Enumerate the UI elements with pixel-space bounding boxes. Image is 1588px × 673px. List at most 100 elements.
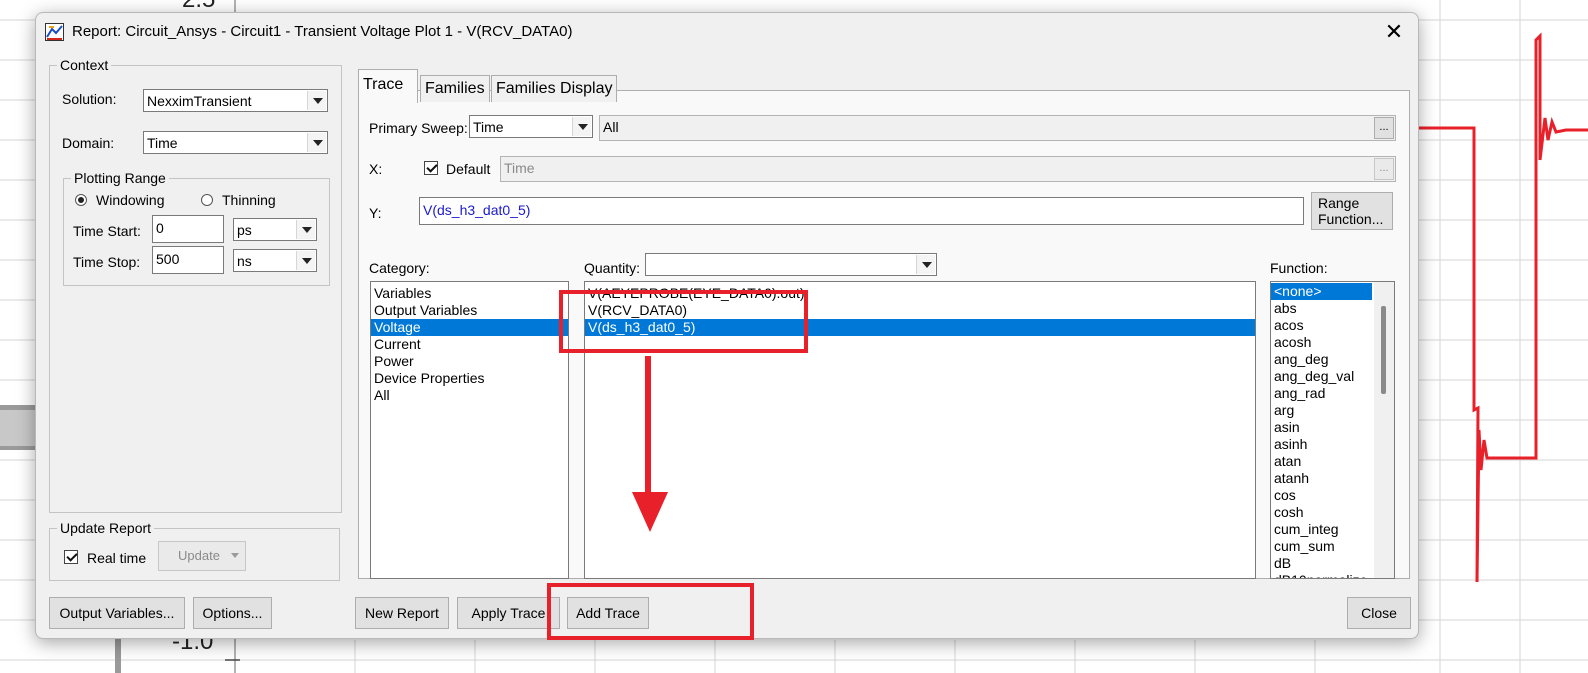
close-icon[interactable]: ✕ bbox=[1382, 19, 1406, 45]
plotting-range-label: Plotting Range bbox=[71, 170, 169, 186]
chevron-down-icon[interactable] bbox=[307, 133, 326, 152]
scrollbar-thumb[interactable] bbox=[1381, 306, 1386, 394]
y-expression-value: V(ds_h3_dat0_5) bbox=[423, 202, 531, 218]
category-list-item[interactable]: Voltage bbox=[371, 319, 568, 336]
time-start-input[interactable]: 0 bbox=[152, 215, 224, 243]
function-list-item[interactable]: asin bbox=[1271, 419, 1372, 436]
down-arrow-annotation bbox=[632, 356, 668, 532]
quantity-filter-combo[interactable] bbox=[645, 253, 937, 276]
category-list-item[interactable]: All bbox=[371, 387, 568, 404]
options-label: Options... bbox=[202, 605, 263, 621]
new-report-button[interactable]: New Report bbox=[355, 597, 449, 629]
time-stop-input[interactable]: 500 bbox=[152, 246, 224, 274]
function-list-item[interactable]: dB bbox=[1271, 555, 1372, 572]
function-list-item[interactable]: cos bbox=[1271, 487, 1372, 504]
category-list-item[interactable]: Current bbox=[371, 336, 568, 353]
domain-label: Domain: bbox=[62, 135, 115, 151]
tab-families-display[interactable]: Families Display bbox=[491, 75, 618, 102]
range-function-button[interactable]: Range Function... bbox=[1311, 192, 1393, 230]
update-report-group: Update Report Real time Update bbox=[49, 520, 340, 581]
sweep-range-ellipsis-button[interactable]: ... bbox=[1374, 117, 1394, 139]
primary-sweep-combo[interactable]: Time bbox=[469, 115, 593, 138]
time-stop-unit-combo[interactable]: ns bbox=[233, 249, 317, 272]
function-list-item[interactable]: <none> bbox=[1271, 283, 1372, 300]
update-report-label: Update Report bbox=[57, 520, 155, 536]
function-list-item[interactable]: atanh bbox=[1271, 470, 1372, 487]
chevron-down-icon[interactable] bbox=[916, 255, 935, 274]
thinning-radio[interactable] bbox=[201, 194, 213, 206]
apply-trace-label: Apply Trace bbox=[471, 605, 546, 621]
chevron-down-icon[interactable] bbox=[307, 91, 326, 110]
thinning-label[interactable]: Thinning bbox=[222, 192, 276, 208]
function-list-item[interactable]: cum_integ bbox=[1271, 521, 1372, 538]
close-button[interactable]: Close bbox=[1347, 597, 1411, 629]
x-default-label[interactable]: Default bbox=[446, 161, 490, 177]
function-list-item[interactable]: ang_rad bbox=[1271, 385, 1372, 402]
function-list-item[interactable]: acosh bbox=[1271, 334, 1372, 351]
title-bar[interactable]: Report: Circuit_Ansys - Circuit1 - Trans… bbox=[36, 13, 1418, 51]
category-list-item[interactable]: Output Variables bbox=[371, 302, 568, 319]
category-list-item[interactable]: Power bbox=[371, 353, 568, 370]
domain-value: Time bbox=[147, 135, 178, 151]
range-function-line2: Function... bbox=[1318, 211, 1384, 227]
category-list[interactable]: Variables Output Variables Voltage Current P… bbox=[370, 281, 569, 579]
function-list[interactable]: <none> abs acos acosh ang_deg ang_deg_val ang_… bbox=[1270, 281, 1395, 579]
tab-trace[interactable]: Trace bbox=[358, 69, 418, 103]
category-list-item[interactable]: Variables bbox=[371, 285, 568, 302]
sweep-range-field[interactable]: All ... bbox=[599, 115, 1396, 141]
context-group-label: Context bbox=[57, 57, 112, 73]
chevron-down-icon[interactable] bbox=[296, 220, 315, 239]
update-button-label: Update bbox=[178, 548, 220, 563]
function-label: Function: bbox=[1270, 260, 1328, 276]
function-list-item[interactable]: abs bbox=[1271, 300, 1372, 317]
tab-families[interactable]: Families bbox=[420, 75, 490, 102]
dialog-title: Report: Circuit_Ansys - Circuit1 - Trans… bbox=[72, 23, 573, 40]
tab-families-display-label: Families Display bbox=[496, 80, 613, 97]
windowing-radio[interactable] bbox=[75, 194, 87, 206]
x-ellipsis-button[interactable]: ... bbox=[1374, 158, 1394, 180]
function-list-item[interactable]: ang_deg bbox=[1271, 351, 1372, 368]
app-icon bbox=[45, 23, 64, 41]
x-default-checkbox[interactable] bbox=[424, 161, 438, 175]
chevron-down-icon[interactable] bbox=[296, 251, 315, 270]
plotting-range-group: Plotting Range Windowing Thinning Time S… bbox=[63, 170, 330, 286]
ellipsis-label: ... bbox=[1379, 162, 1389, 174]
function-list-item[interactable]: dB10normalize bbox=[1271, 572, 1372, 578]
ellipsis-label: ... bbox=[1379, 121, 1389, 133]
time-stop-unit-value: ns bbox=[237, 253, 252, 269]
range-function-line1: Range bbox=[1318, 195, 1360, 211]
apply-trace-button[interactable]: Apply Trace bbox=[457, 597, 560, 629]
chevron-down-icon[interactable] bbox=[231, 553, 239, 558]
function-list-item[interactable]: atan bbox=[1271, 453, 1372, 470]
domain-combo[interactable]: Time bbox=[143, 131, 328, 154]
function-list-item[interactable]: acos bbox=[1271, 317, 1372, 334]
function-list-item[interactable]: asinh bbox=[1271, 436, 1372, 453]
add-trace-highlight-box bbox=[547, 583, 754, 640]
time-start-label: Time Start: bbox=[73, 223, 141, 239]
time-stop-value: 500 bbox=[156, 251, 180, 267]
y-label: Y: bbox=[369, 205, 382, 221]
y-expression-input[interactable]: V(ds_h3_dat0_5) bbox=[419, 197, 1304, 225]
primary-sweep-label: Primary Sweep: bbox=[369, 120, 468, 136]
chevron-down-icon[interactable] bbox=[572, 117, 591, 136]
function-list-item[interactable]: cosh bbox=[1271, 504, 1372, 521]
close-label: Close bbox=[1361, 605, 1397, 621]
tab-trace-label: Trace bbox=[363, 76, 404, 93]
real-time-checkbox[interactable] bbox=[64, 550, 78, 564]
output-variables-button[interactable]: Output Variables... bbox=[49, 597, 185, 629]
x-expression-field[interactable]: Time ... bbox=[500, 156, 1396, 182]
function-list-item[interactable]: ang_deg_val bbox=[1271, 368, 1372, 385]
real-time-label[interactable]: Real time bbox=[87, 550, 146, 566]
function-list-item[interactable]: cum_sum bbox=[1271, 538, 1372, 555]
solution-combo[interactable]: NexximTransient bbox=[143, 89, 328, 112]
time-start-unit-combo[interactable]: ps bbox=[233, 218, 317, 241]
function-list-item[interactable]: arg bbox=[1271, 402, 1372, 419]
solution-value: NexximTransient bbox=[147, 93, 252, 109]
tab-families-label: Families bbox=[425, 80, 485, 97]
options-button[interactable]: Options... bbox=[193, 597, 272, 629]
x-label: X: bbox=[369, 161, 383, 177]
category-label: Category: bbox=[369, 260, 430, 276]
windowing-label[interactable]: Windowing bbox=[96, 192, 164, 208]
function-list-scrollbar[interactable] bbox=[1374, 282, 1394, 578]
category-list-item[interactable]: Device Properties bbox=[371, 370, 568, 387]
